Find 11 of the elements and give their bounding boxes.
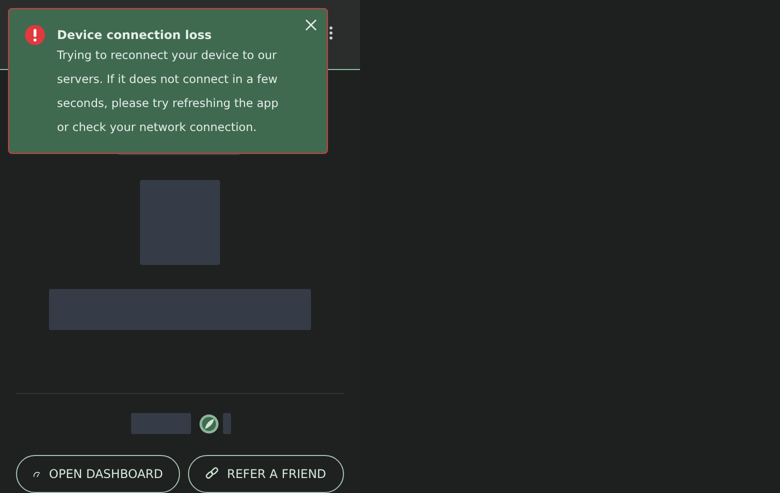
more-icon[interactable]	[329, 26, 333, 40]
link-icon	[205, 467, 219, 482]
close-icon[interactable]	[305, 19, 317, 31]
refer-friend-button[interactable]: REFER A FRIEND	[188, 455, 344, 493]
loading-placeholder	[223, 413, 231, 434]
toast-title: Device connection loss	[57, 27, 213, 43]
loading-placeholder	[131, 413, 191, 434]
leaf-coin-icon	[199, 414, 219, 434]
toast-message: Trying to reconnect your device to our servers. If it does not connect in a few seconds, please try refreshing the app or check your network connection.	[57, 47, 280, 136]
alert-icon	[25, 25, 45, 45]
open-dashboard-button[interactable]: OPEN DASHBOARD	[16, 455, 180, 493]
